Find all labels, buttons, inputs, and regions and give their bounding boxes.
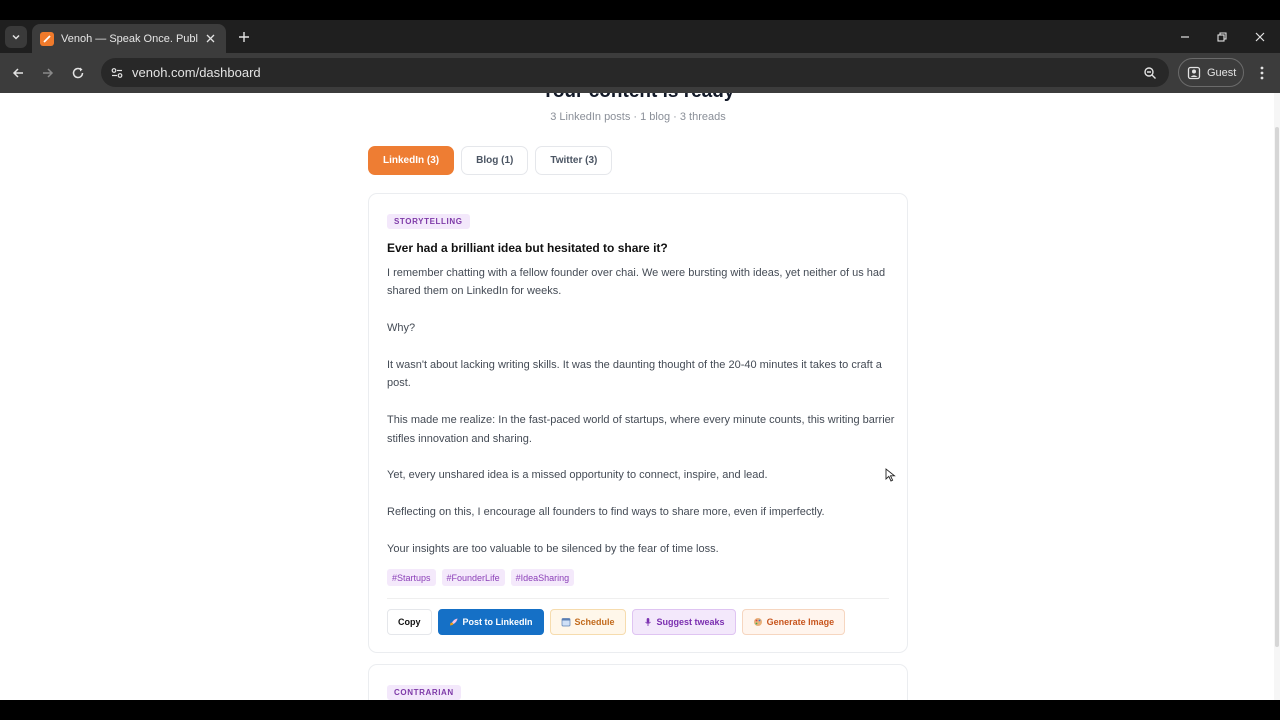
copy-button-label: Copy [398,617,421,627]
copy-button[interactable]: Copy [387,609,432,635]
tab-linkedin[interactable]: LinkedIn (3) [368,146,455,175]
hashtag: #FounderLife [441,569,505,586]
profile-label: Guest [1207,66,1237,79]
hashtag: #IdeaSharing [510,569,575,586]
schedule-label: Schedule [574,617,615,627]
generate-image-button[interactable]: Generate Image [741,609,846,635]
url-text[interactable]: venoh.com/dashboard [132,65,1139,80]
calendar-icon [561,617,571,627]
tab-title: Venoh — Speak Once. Publish E [61,32,198,45]
address-bar[interactable]: venoh.com/dashboard [101,58,1169,87]
zoom-icon[interactable] [1139,62,1161,84]
platform-filter-tabs: LinkedIn (3) Blog (1) Twitter (3) [368,146,613,175]
browser-tab-venoh[interactable]: Venoh — Speak Once. Publish E [32,24,226,53]
content-summary: 3 LinkedIn posts · 1 blog · 3 threads [550,111,726,123]
microphone-icon [643,617,653,627]
screen-bottom-border [0,700,1280,720]
schedule-button[interactable]: Schedule [549,609,626,635]
site-info-icon[interactable] [107,63,127,83]
post-style-badge: STORYTELLING [387,214,470,229]
new-tab-icon[interactable] [235,28,253,46]
minimize-icon[interactable] [1174,26,1196,48]
hashtag-list: #Startups #FounderLife #IdeaSharing [387,569,575,586]
post-card: CONTRARIAN [368,664,908,700]
tab-search-button[interactable] [5,26,27,48]
post-body: I remember chatting with a fellow founde… [387,264,897,577]
suggest-tweaks-button[interactable]: Suggest tweaks [631,609,736,635]
person-icon [1187,66,1201,79]
hashtag: #Startups [387,569,436,586]
mouse-cursor-icon [885,468,897,482]
close-window-icon[interactable] [1249,26,1271,48]
post-paragraph: This made me realize: In the fast-paced … [387,414,895,445]
forward-arrow-icon[interactable] [37,62,59,84]
profile-button[interactable]: Guest [1178,58,1244,87]
more-menu-icon[interactable] [1252,62,1272,84]
card-divider [387,598,889,599]
post-paragraph: Your insights are too valuable to be sil… [387,543,719,555]
tab-blog[interactable]: Blog (1) [461,146,529,175]
page-title: Your content is ready [0,93,1276,103]
post-to-linkedin-button[interactable]: Post to LinkedIn [437,609,544,635]
generate-image-label: Generate Image [766,617,835,627]
post-paragraph: Why? [387,322,416,335]
suggest-tweaks-label: Suggest tweaks [656,617,725,627]
post-paragraph: I remember chatting with a fellow founde… [387,267,886,298]
browser-tab-strip: Venoh — Speak Once. Publish E [0,20,1280,53]
close-tab-icon[interactable] [202,31,218,47]
post-paragraph: Yet, every unshared idea is a missed opp… [387,469,768,482]
screen-top-border [0,0,1280,20]
post-paragraph: Reflecting on this, I encourage all foun… [387,506,825,519]
scrollbar-thumb[interactable] [1275,127,1279,647]
post-card: STORYTELLING Ever had a brilliant idea b… [368,193,908,653]
back-arrow-icon[interactable] [7,62,29,84]
page-viewport: Your content is ready 3 LinkedIn posts ·… [0,93,1280,700]
post-paragraph: It wasn't about lacking writing skills. … [387,359,882,390]
reload-icon[interactable] [67,62,89,84]
post-style-badge: CONTRARIAN [387,685,461,700]
post-to-linkedin-label: Post to LinkedIn [462,617,533,627]
browser-toolbar: venoh.com/dashboard Guest [0,53,1280,93]
venoh-favicon-icon [40,31,54,46]
rocket-icon [449,617,459,627]
chevron-down-icon [12,34,20,40]
restore-icon[interactable] [1211,26,1233,48]
post-headline: Ever had a brilliant idea but hesitated … [387,241,668,255]
post-actions: Copy Post to LinkedIn Schedule Suggest t… [387,609,846,635]
tab-twitter[interactable]: Twitter (3) [535,146,613,175]
page-scrollbar[interactable] [1274,93,1280,700]
palette-icon [753,617,763,627]
